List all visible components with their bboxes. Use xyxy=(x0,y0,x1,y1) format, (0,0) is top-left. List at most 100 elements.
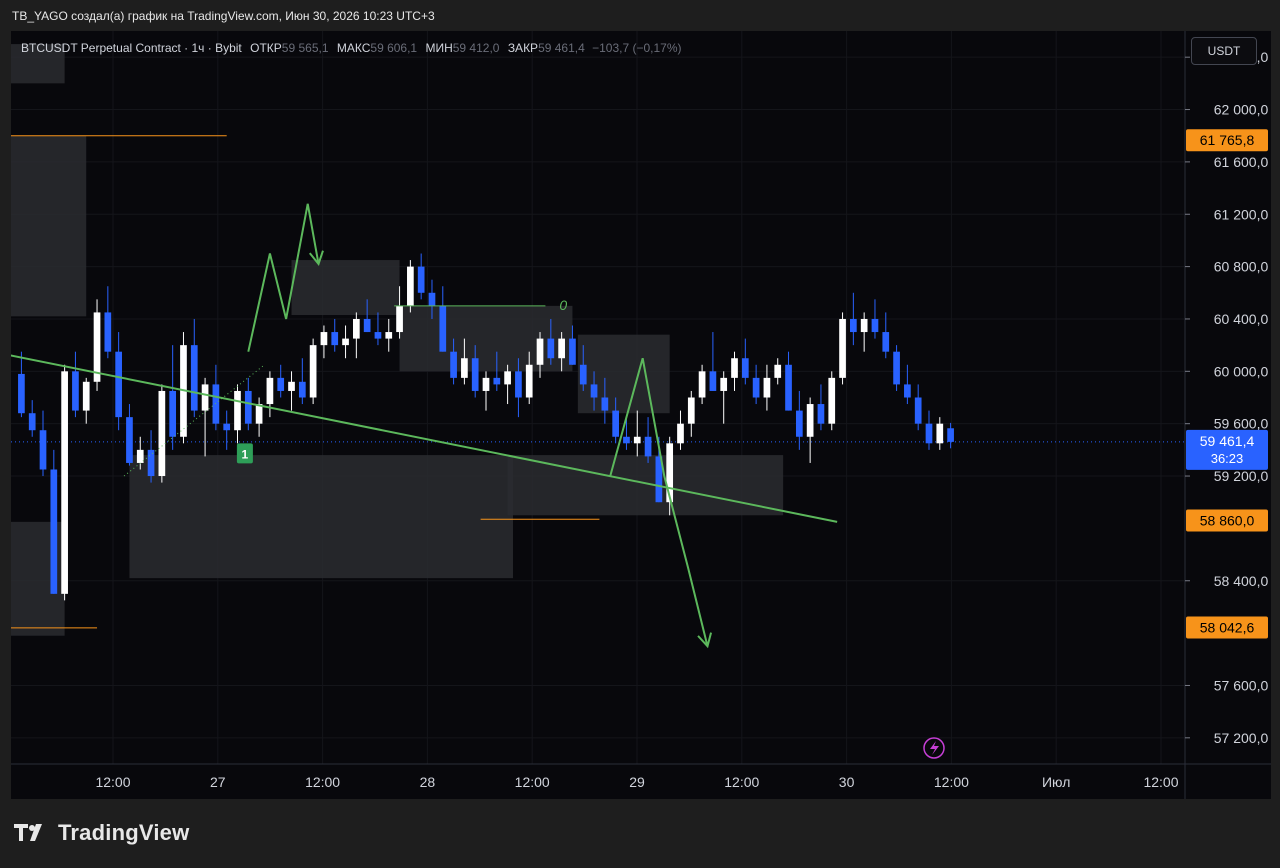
candle-body xyxy=(18,373,25,414)
tradingview-logo[interactable]: TradingView xyxy=(14,820,189,846)
price-tick-label: 62 000,0 xyxy=(1214,102,1269,118)
candle-body xyxy=(882,332,890,352)
candle-body xyxy=(612,410,620,437)
candle-body xyxy=(320,332,328,346)
supply-demand-zone xyxy=(577,334,670,414)
last-price-countdown: 36:23 xyxy=(1211,451,1244,466)
last-price-value: 59 461,4 xyxy=(1200,433,1255,449)
tradingview-brand: TradingView xyxy=(58,820,190,845)
candle-body xyxy=(893,351,900,385)
time-tick-label: 12:00 xyxy=(934,774,969,790)
candle-body xyxy=(687,397,695,424)
open-label: ОТКР xyxy=(250,41,282,55)
level-price-value: 58 042,6 xyxy=(1200,620,1255,636)
time-tick-label: 12:00 xyxy=(305,774,340,790)
candle-body xyxy=(806,404,814,437)
candle-body xyxy=(795,410,803,437)
candle-body xyxy=(904,384,911,398)
time-tick-label: 29 xyxy=(629,774,645,790)
candle-body xyxy=(547,338,555,359)
candle-body xyxy=(363,318,371,333)
time-tick-label: 12:00 xyxy=(515,774,550,790)
candle-body xyxy=(212,384,220,424)
candle-body xyxy=(298,381,306,398)
time-tick-label: 12:00 xyxy=(1143,774,1178,790)
candle-body xyxy=(709,371,717,391)
candle-body xyxy=(352,318,360,339)
candle-body xyxy=(763,377,771,398)
open-value: 59 565,1 xyxy=(281,41,329,55)
candle-body xyxy=(61,371,68,594)
time-tick-label: 30 xyxy=(839,774,855,790)
candle-body xyxy=(633,436,641,444)
candle-body xyxy=(201,384,209,411)
candle-body xyxy=(947,428,954,442)
ohlc-legend: BTCUSDT Perpetual Contract · 1ч · Bybit … xyxy=(21,41,682,55)
candle-body xyxy=(720,377,728,391)
candle-body xyxy=(774,364,782,378)
candle-body xyxy=(936,423,944,444)
candle-body xyxy=(644,436,652,457)
level-price-value: 58 860,0 xyxy=(1200,513,1255,529)
candle-body xyxy=(277,377,285,391)
low-value: 59 412,0 xyxy=(452,41,500,55)
candle-body xyxy=(385,332,393,339)
candlestick-chart[interactable]: 0162 400,062 000,061 600,061 200,060 800… xyxy=(11,31,1271,799)
candle-body xyxy=(244,390,252,424)
low-label: МИН xyxy=(425,41,453,55)
candle-body xyxy=(417,266,425,293)
level-price-value: 61 765,8 xyxy=(1200,132,1255,148)
chart-frame[interactable]: 0162 400,062 000,061 600,061 200,060 800… xyxy=(11,31,1271,799)
time-tick-label: 12:00 xyxy=(724,774,759,790)
horizontal-ray-label: 0 xyxy=(559,297,567,313)
candle-body xyxy=(331,332,339,346)
candle-body xyxy=(839,318,846,378)
price-tick-label: 60 400,0 xyxy=(1214,311,1269,327)
candle-body xyxy=(601,397,609,411)
tradingview-logo-icon xyxy=(14,824,42,841)
candle-body xyxy=(850,318,857,333)
candle-body xyxy=(677,423,684,444)
candle-body xyxy=(439,305,447,352)
candle-body xyxy=(471,358,479,391)
candle-body xyxy=(342,338,349,346)
candle-body xyxy=(525,364,533,398)
candle-body xyxy=(255,404,263,424)
candle-body xyxy=(39,430,47,470)
supply-demand-zone xyxy=(291,260,400,316)
candle-body xyxy=(623,436,630,444)
candle-body xyxy=(407,266,414,306)
symbol-name[interactable]: BTCUSDT Perpetual Contract · 1ч · Bybit xyxy=(21,41,242,55)
close-label: ЗАКР xyxy=(507,41,539,55)
candle-body xyxy=(817,404,825,424)
high-label: МАКС xyxy=(336,41,371,55)
candle-body xyxy=(515,371,522,398)
price-tick-label: 61 200,0 xyxy=(1214,206,1269,222)
candle-body xyxy=(115,351,122,418)
currency-button[interactable]: USDT xyxy=(1191,37,1257,65)
price-tick-label: 57 600,0 xyxy=(1214,677,1269,693)
candle-body xyxy=(698,371,706,398)
candle-body xyxy=(266,377,274,405)
candle-body xyxy=(493,377,501,385)
high-value: 59 606,1 xyxy=(370,41,418,55)
candle-body xyxy=(158,390,166,477)
candle-body xyxy=(785,364,792,411)
candle-body xyxy=(871,318,879,333)
candle-body xyxy=(752,377,760,398)
price-tick-label: 61 600,0 xyxy=(1214,154,1269,170)
candle-body xyxy=(925,423,933,444)
price-tick-label: 60 800,0 xyxy=(1214,259,1269,275)
supply-demand-zone xyxy=(129,455,514,579)
candle-body xyxy=(190,345,198,411)
price-tick-label: 59 200,0 xyxy=(1214,468,1269,484)
supply-demand-zone xyxy=(11,135,87,317)
candle-body xyxy=(169,390,177,437)
candle-body xyxy=(28,413,36,431)
candle-body xyxy=(579,364,587,385)
time-tick-label: 27 xyxy=(210,774,226,790)
close-value: 59 461,4 xyxy=(538,41,585,55)
candle-body xyxy=(590,384,598,398)
chart-header-title: TB_YAGO создал(а) график на TradingView.… xyxy=(12,9,435,23)
time-tick-label: 28 xyxy=(420,774,436,790)
